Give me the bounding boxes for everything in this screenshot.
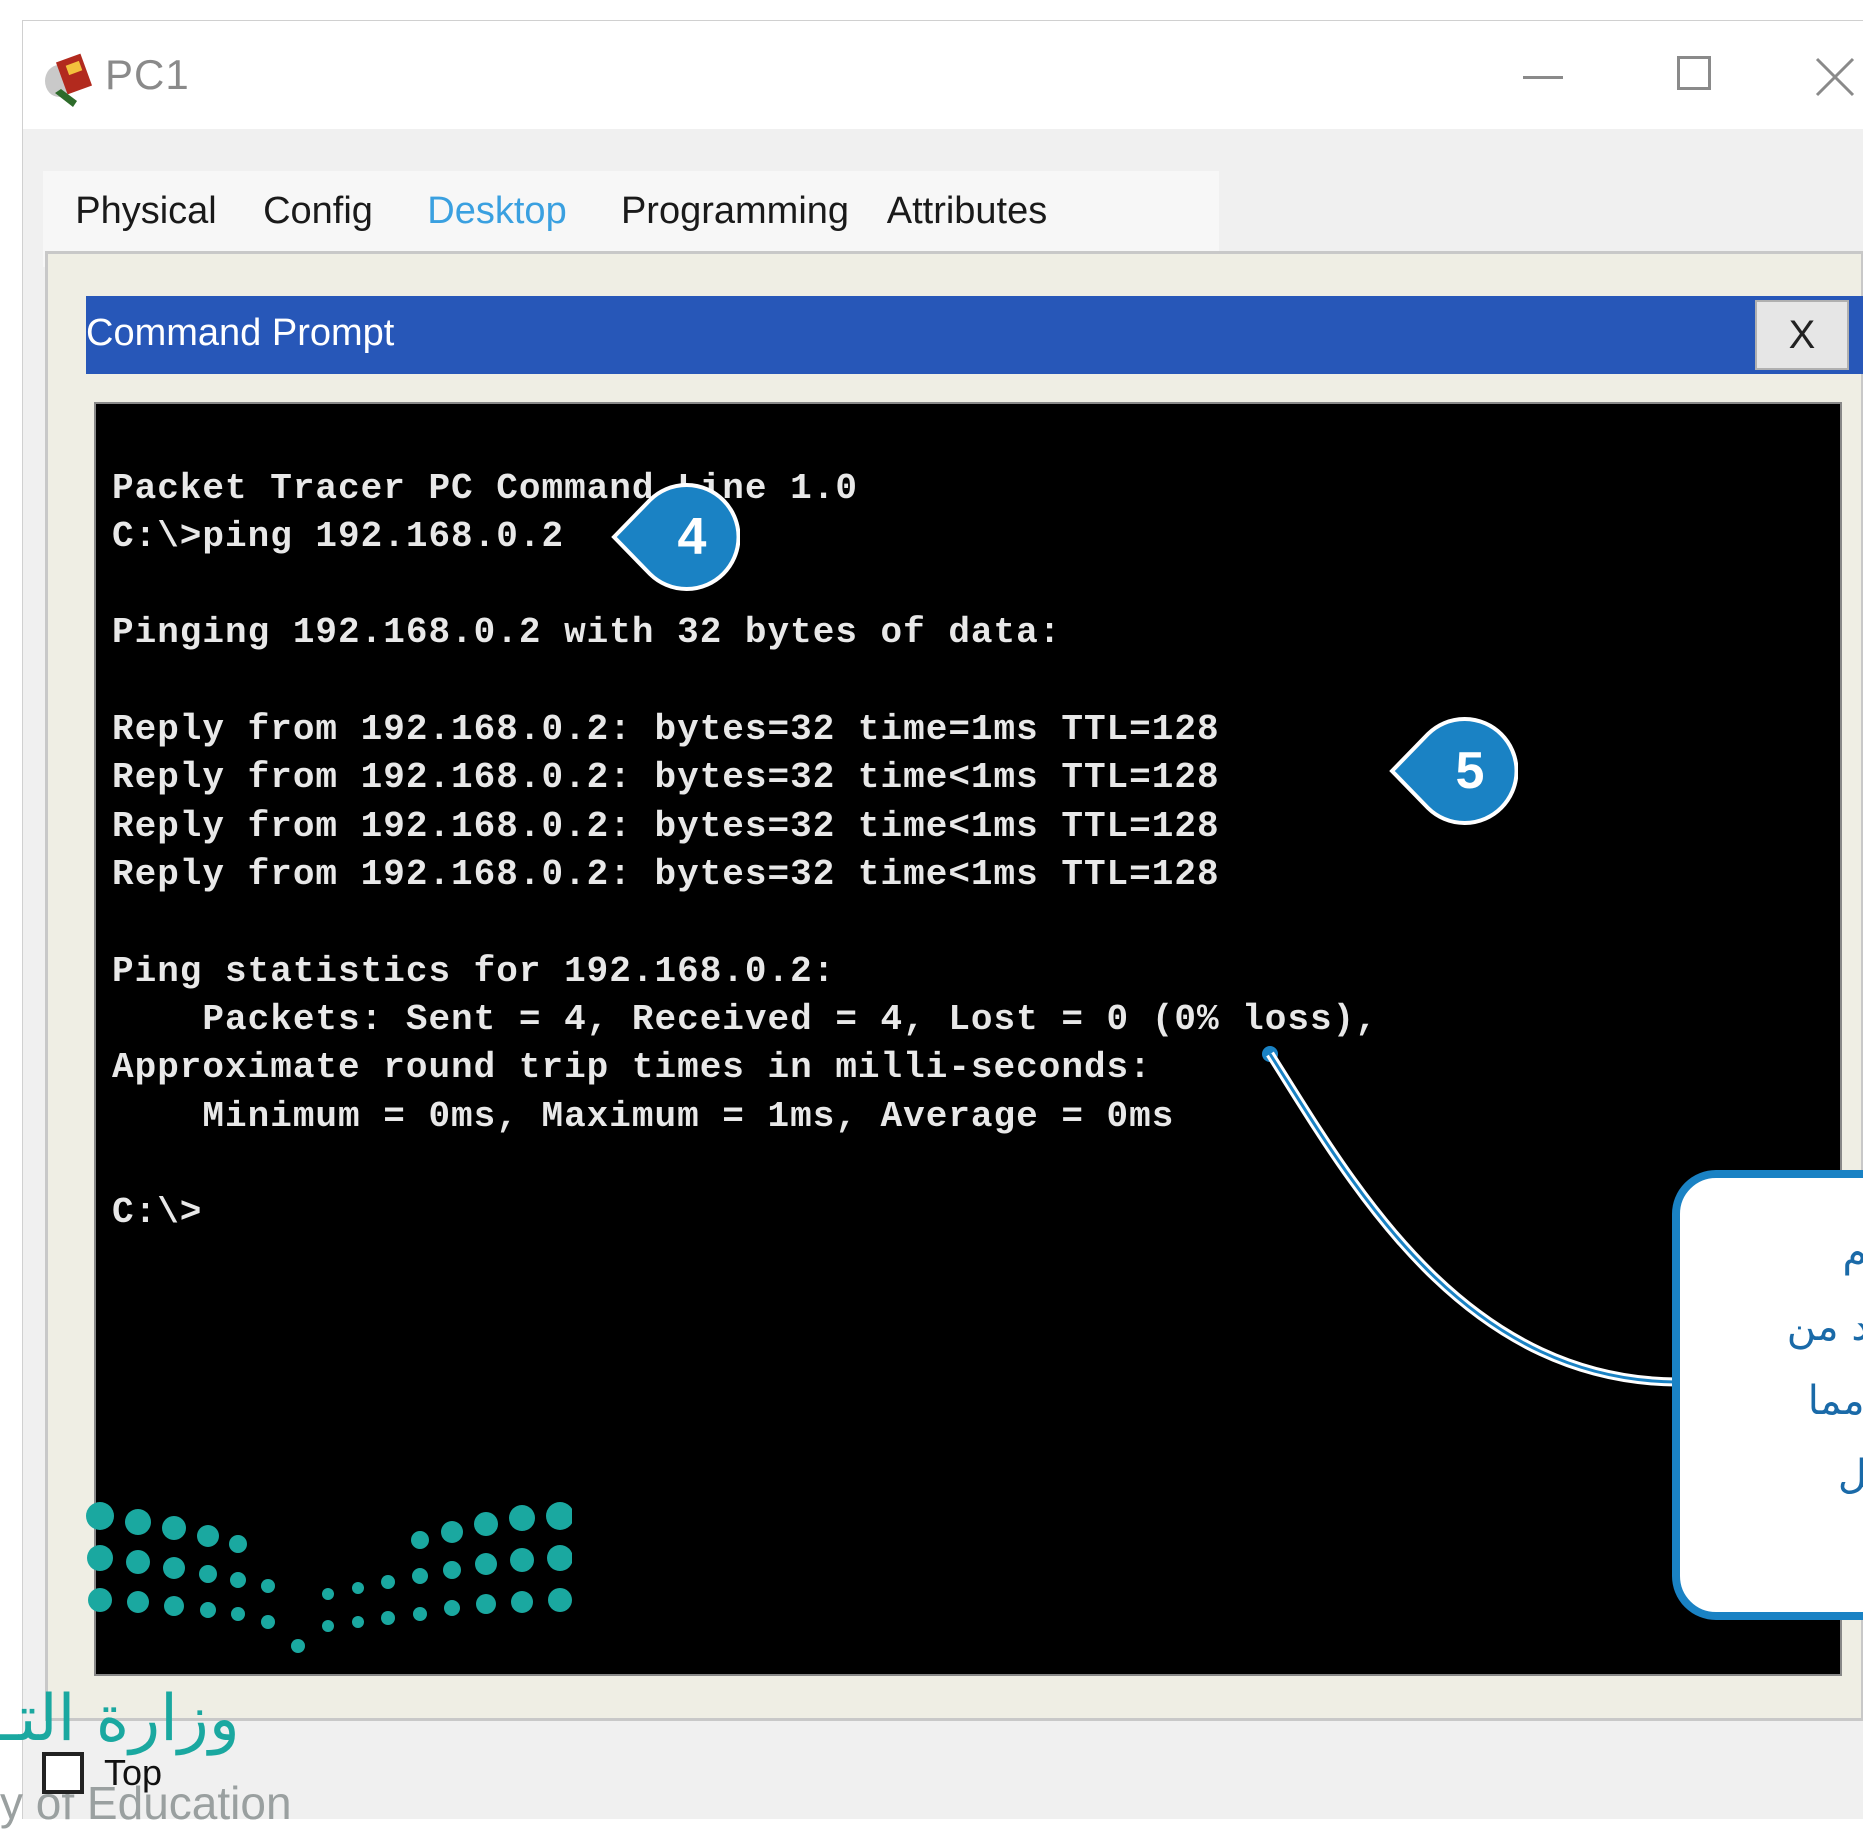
step-marker-4: 4 (610, 482, 740, 592)
step-number: 4 (677, 508, 707, 566)
callout-line: ع، مما (1807, 1378, 1863, 1424)
arabic-callout-box: حزم عدد من ع، مما تصل (1672, 1170, 1863, 1620)
maximize-button[interactable] (1635, 39, 1755, 111)
desktop-content: Command Prompt X Packet Tracer PC Comman… (45, 251, 1863, 1721)
terminal-line: Ping statistics for 192.168.0.2: (112, 951, 836, 992)
callout-line: حزم (1842, 1230, 1863, 1276)
top-checkbox-label: Top (104, 1752, 163, 1793)
title-bar: PC1 (23, 21, 1863, 129)
callout-text: حزم عدد من ع، مما تصل (1704, 1216, 1863, 1512)
terminal-line: C:\>ping 192.168.0.2 (112, 516, 565, 557)
pc1-window: PC1 Physical Config Desktop Programming … (22, 20, 1863, 1819)
terminal-line: C:\> (112, 1192, 203, 1233)
terminal-line: Packets: Sent = 4, Received = 4, Lost = … (112, 999, 1378, 1040)
terminal-line: Pinging 192.168.0.2 with 32 bytes of dat… (112, 612, 1062, 653)
minimize-button[interactable] (1483, 39, 1603, 111)
terminal-line: Reply from 192.168.0.2: bytes=32 time<1m… (112, 757, 1220, 798)
packet-tracer-pc-icon (37, 49, 99, 111)
terminal-line: Reply from 192.168.0.2: bytes=32 time<1m… (112, 854, 1220, 895)
terminal-line: Approximate round trip times in milli-se… (112, 1047, 1152, 1088)
terminal-line: Minimum = 0ms, Maximum = 1ms, Average = … (112, 1096, 1175, 1137)
window-title: PC1 (105, 51, 190, 98)
command-prompt-title: Command Prompt (86, 312, 395, 354)
ministry-logo-dots (86, 1502, 572, 1653)
command-prompt-title-bar: Command Prompt X (86, 296, 1863, 374)
terminal-line: Reply from 192.168.0.2: bytes=32 time=1m… (112, 709, 1220, 750)
terminal-output[interactable]: Packet Tracer PC Command Line 1.0 C:\>pi… (86, 402, 1842, 1676)
ministry-logo-arabic: وزارة التـ (0, 1682, 240, 1756)
terminal-line: Reply from 192.168.0.2: bytes=32 time<1m… (112, 806, 1220, 847)
step-marker-5: 5 (1388, 716, 1518, 826)
close-button[interactable] (1799, 39, 1863, 111)
close-icon (1815, 57, 1855, 97)
top-checkbox[interactable] (42, 1752, 84, 1794)
callout-line: عدد من (1786, 1304, 1863, 1350)
command-prompt-close-button[interactable]: X (1755, 300, 1849, 370)
callout-line: تصل (1837, 1452, 1863, 1498)
terminal-line: Packet Tracer PC Command Line 1.0 (112, 468, 858, 509)
step-number: 5 (1455, 742, 1485, 800)
